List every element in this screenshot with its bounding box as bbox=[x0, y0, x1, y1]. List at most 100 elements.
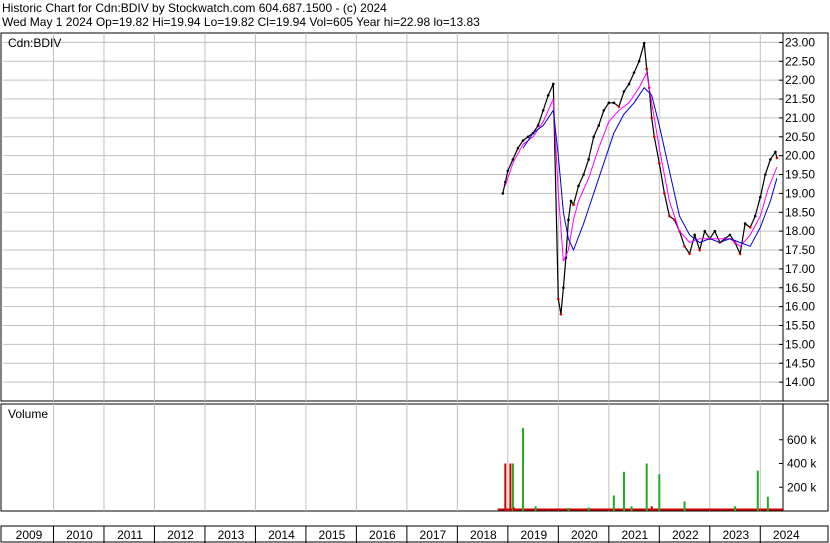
price-point bbox=[775, 156, 779, 160]
price-point bbox=[516, 146, 520, 150]
price-tick-label: 16.00 bbox=[785, 300, 815, 314]
price-tick-label: 15.00 bbox=[785, 337, 815, 351]
year-tick-label: 2019 bbox=[521, 528, 548, 542]
volume-bar bbox=[534, 506, 537, 511]
price-point bbox=[582, 173, 585, 176]
price-point bbox=[632, 71, 636, 74]
price-point bbox=[650, 116, 654, 120]
volume-bar bbox=[756, 470, 759, 511]
price-tick-label: 21.50 bbox=[785, 92, 815, 106]
price-point bbox=[607, 101, 611, 105]
stock-chart: 14.00 14.50 15.00 15.50 16.00 16.50 17.00 17.50… bbox=[0, 32, 829, 543]
price-tick-label: 19.50 bbox=[785, 168, 815, 182]
price-point bbox=[713, 229, 717, 233]
price-point bbox=[688, 252, 691, 256]
price-tick-label: 19.00 bbox=[785, 186, 815, 200]
price-point bbox=[501, 192, 505, 195]
price-point bbox=[559, 312, 563, 316]
price-tick-label: 15.50 bbox=[785, 319, 815, 333]
year-tick-label: 2017 bbox=[420, 528, 447, 542]
price-series bbox=[502, 43, 778, 315]
price-panel: 14.00 14.50 15.00 15.50 16.00 16.50 17.00 17.50… bbox=[0, 32, 829, 402]
volume-bar bbox=[645, 463, 648, 511]
price-point bbox=[769, 158, 772, 161]
year-tick-label: 2018 bbox=[470, 528, 497, 542]
price-point bbox=[587, 158, 590, 161]
price-tick-label: 22.50 bbox=[785, 54, 815, 68]
year-tick-label: 2013 bbox=[218, 528, 245, 542]
volume-bar bbox=[512, 507, 515, 511]
volume-bar bbox=[509, 463, 512, 511]
price-tick-label: 18.50 bbox=[785, 205, 815, 219]
price-point bbox=[541, 109, 545, 112]
year-tick-label: 2014 bbox=[268, 528, 295, 542]
price-point bbox=[743, 222, 747, 225]
volume-frame bbox=[0, 403, 829, 512]
price-point bbox=[577, 184, 580, 188]
price-point bbox=[546, 93, 550, 97]
price-point bbox=[511, 158, 515, 161]
price-point bbox=[567, 218, 570, 222]
price-tick-label: 18.00 bbox=[785, 224, 815, 238]
x-axis: 2009 2010 2011 2012 2013 2014 2015 2016 2017 2018… bbox=[0, 525, 829, 543]
volume-tick-label: 400 k bbox=[787, 457, 817, 471]
price-point bbox=[551, 82, 555, 86]
volume-panel: Volume 200 k 400 k 600 k bbox=[0, 403, 829, 512]
volume-bar bbox=[683, 501, 686, 511]
volume-bar bbox=[511, 463, 514, 511]
year-tick-label: 2011 bbox=[117, 528, 143, 542]
price-point bbox=[506, 169, 510, 173]
volume-bar bbox=[612, 495, 615, 511]
volume-bar bbox=[622, 471, 625, 511]
volume-bar bbox=[547, 508, 550, 511]
price-point bbox=[663, 192, 666, 195]
year-tick-label: 2015 bbox=[319, 528, 346, 542]
price-point bbox=[693, 233, 696, 237]
price-point bbox=[642, 41, 646, 45]
price-point bbox=[536, 124, 540, 127]
price-point bbox=[569, 199, 573, 203]
price-point bbox=[698, 248, 701, 252]
price-tick-label: 20.50 bbox=[785, 130, 815, 144]
price-point bbox=[683, 244, 686, 248]
year-tick-label: 2022 bbox=[672, 528, 699, 542]
price-point bbox=[592, 135, 595, 139]
price-tick-label: 17.00 bbox=[785, 262, 815, 276]
price-point bbox=[627, 82, 631, 86]
price-tick-label: 20.00 bbox=[785, 149, 815, 163]
price-point bbox=[753, 214, 757, 218]
volume-bar bbox=[766, 496, 769, 511]
price-point bbox=[738, 252, 742, 256]
volume-bar bbox=[504, 463, 507, 511]
volume-tick-label: 600 k bbox=[787, 433, 817, 447]
volume-bar bbox=[630, 506, 633, 511]
year-tick-label: 2021 bbox=[621, 528, 648, 542]
price-point bbox=[637, 60, 641, 63]
volume-bar bbox=[650, 506, 653, 511]
price-panel-label: Cdn:BDIV bbox=[8, 36, 61, 50]
price-point bbox=[658, 161, 661, 165]
year-tick-label: 2023 bbox=[722, 528, 749, 542]
volume-bar bbox=[658, 474, 661, 511]
price-tick-label: 22.00 bbox=[785, 73, 815, 87]
year-tick-label: 2016 bbox=[369, 528, 396, 542]
price-tick-label: 14.00 bbox=[785, 375, 815, 389]
price-tick-label: 21.00 bbox=[785, 111, 815, 125]
year-tick-label: 2010 bbox=[66, 528, 93, 542]
price-point bbox=[645, 67, 648, 71]
year-tick-label: 2020 bbox=[571, 528, 598, 542]
price-point bbox=[748, 226, 752, 229]
price-point bbox=[602, 109, 606, 112]
volume-bar bbox=[734, 506, 737, 511]
price-point bbox=[703, 229, 707, 233]
volume-panel-label: Volume bbox=[8, 407, 48, 421]
price-frame bbox=[0, 32, 829, 402]
price-point bbox=[526, 135, 530, 139]
price-point bbox=[764, 173, 767, 176]
price-point bbox=[758, 195, 762, 199]
year-tick-label: 2009 bbox=[16, 528, 43, 542]
price-point bbox=[597, 124, 601, 127]
volume-tick-label: 200 k bbox=[787, 480, 817, 494]
price-point bbox=[652, 135, 656, 139]
year-tick-label: 2012 bbox=[167, 528, 194, 542]
